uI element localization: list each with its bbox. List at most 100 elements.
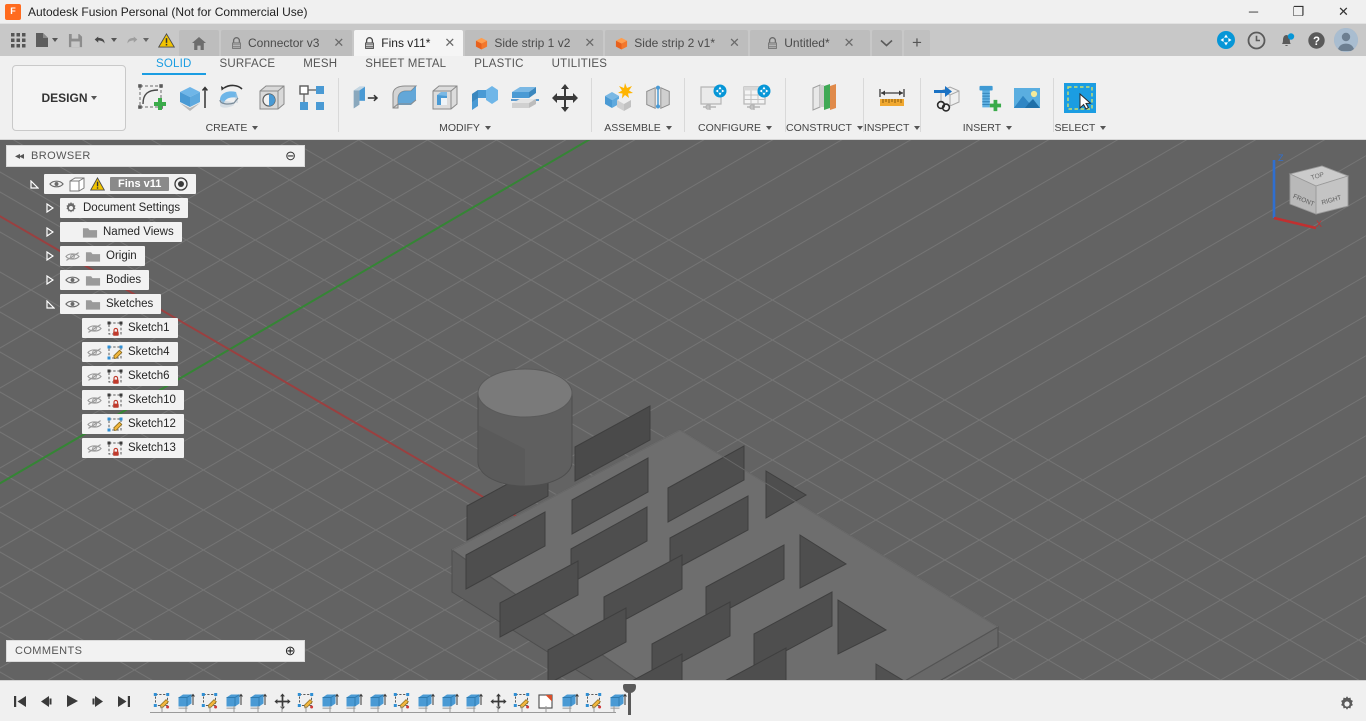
close-icon[interactable]: ✕ <box>584 35 595 51</box>
new-component-icon[interactable] <box>598 78 638 118</box>
timeline-step-forward-icon[interactable] <box>86 688 110 714</box>
ribbon-tab-surface[interactable]: SURFACE <box>206 56 290 73</box>
ribbon-group-label-create[interactable]: CREATE <box>126 120 338 134</box>
shell-icon[interactable] <box>425 78 465 118</box>
new-document-caret[interactable] <box>52 38 58 42</box>
document-tab-side-strip-2-v1[interactable]: Side strip 2 v1* ✕ <box>605 30 748 56</box>
joint-icon[interactable] <box>638 78 678 118</box>
job-status-clock-icon[interactable] <box>1242 26 1270 54</box>
group-caret[interactable] <box>856 125 863 130</box>
browser-item-bodies[interactable]: Bodies <box>40 269 305 291</box>
ribbon-group-label-inspect[interactable]: INSPECT <box>864 120 921 134</box>
browser-root-pill[interactable]: Fins v11 <box>44 174 197 194</box>
timeline-playhead-marker[interactable] <box>623 683 636 715</box>
close-icon[interactable]: ✕ <box>444 35 455 51</box>
configuration-table-icon[interactable] <box>735 78 779 118</box>
ribbon-group-label-configure[interactable]: CONFIGURE <box>685 120 785 134</box>
group-caret[interactable] <box>252 125 259 130</box>
browser-sketch-pill[interactable]: Sketch1 <box>82 318 178 338</box>
ribbon-tab-mesh[interactable]: MESH <box>289 56 351 73</box>
browser-sketch-pill[interactable]: Sketch4 <box>82 342 178 362</box>
browser-sketch-sketch13[interactable]: Sketch13 <box>82 437 305 459</box>
expand-arrow-collapsed-icon[interactable] <box>40 203 60 213</box>
expand-arrow-collapsed-icon[interactable] <box>40 275 60 285</box>
tab-overflow-chevron-down-icon[interactable] <box>871 30 902 56</box>
browser-sketch-sketch4[interactable]: Sketch4 <box>82 341 305 363</box>
browser-sketch-pill[interactable]: Sketch10 <box>82 390 184 410</box>
ribbon-tab-solid[interactable]: SOLID <box>142 56 206 75</box>
browser-item-pill[interactable]: Origin <box>60 246 145 266</box>
document-tab-untitled[interactable]: Untitled* ✕ <box>749 30 870 56</box>
redo-caret[interactable] <box>143 38 149 42</box>
visibility-eye-hidden-icon[interactable] <box>86 393 102 407</box>
configure-design-icon[interactable] <box>691 78 735 118</box>
home-tab[interactable] <box>179 30 219 56</box>
visibility-eye-icon[interactable] <box>48 177 64 191</box>
browser-sketch-sketch6[interactable]: Sketch6 <box>82 365 305 387</box>
browser-collapse-icon[interactable]: ◂◂ <box>15 151 24 162</box>
workspace-selector-caret[interactable] <box>90 96 97 100</box>
notifications-bell-icon[interactable] <box>1272 26 1300 54</box>
extensions-icon[interactable] <box>1212 26 1240 54</box>
insert-mcmaster-icon[interactable] <box>967 78 1007 118</box>
workspace-selector[interactable]: DESIGN <box>12 65 126 131</box>
group-caret[interactable] <box>1100 125 1107 130</box>
close-icon[interactable]: ✕ <box>333 35 344 51</box>
browser-item-origin[interactable]: Origin <box>40 245 305 267</box>
browser-sketch-sketch10[interactable]: Sketch10 <box>82 389 305 411</box>
revolve-icon[interactable] <box>212 78 252 118</box>
group-caret[interactable] <box>484 125 491 130</box>
split-body-icon[interactable] <box>505 78 545 118</box>
undo-icon[interactable] <box>89 27 120 53</box>
browser-panel-toggle-icon[interactable]: ⊖ <box>285 148 296 164</box>
ribbon-tab-utilities[interactable]: UTILITIES <box>538 56 621 73</box>
browser-sketch-pill[interactable]: Sketch13 <box>82 438 184 458</box>
browser-sketch-pill[interactable]: Sketch6 <box>82 366 178 386</box>
warning-icon[interactable] <box>153 27 179 53</box>
visibility-eye-hidden-icon[interactable] <box>64 249 80 263</box>
maximize-button[interactable]: ❐ <box>1276 0 1321 24</box>
visibility-eye-hidden-icon[interactable] <box>86 345 102 359</box>
ribbon-group-label-modify[interactable]: MODIFY <box>339 120 591 134</box>
save-icon[interactable] <box>62 27 88 53</box>
minimize-button[interactable]: ─ <box>1231 0 1276 24</box>
group-caret[interactable] <box>1006 125 1013 130</box>
browser-item-pill[interactable]: Sketches <box>60 294 162 314</box>
expand-arrow-collapsed-icon[interactable] <box>40 227 60 237</box>
new-tab-button[interactable]: + <box>903 30 930 56</box>
ribbon-group-label-construct[interactable]: CONSTRUCT <box>786 120 863 134</box>
undo-caret[interactable] <box>111 38 117 42</box>
browser-item-sketches[interactable]: Sketches <box>40 293 305 315</box>
ribbon-tab-sheet-metal[interactable]: SHEET METAL <box>351 56 460 73</box>
document-tab-side-strip-1-v2[interactable]: Side strip 1 v2 ✕ <box>465 30 604 56</box>
view-cube[interactable]: Z X TOP FRONT RIGHT <box>1260 148 1356 234</box>
browser-sketch-pill[interactable]: Sketch12 <box>82 414 184 434</box>
fillet-icon[interactable] <box>385 78 425 118</box>
help-icon[interactable]: ? <box>1302 26 1330 54</box>
rectangular-pattern-icon[interactable] <box>292 78 332 118</box>
select-icon[interactable] <box>1060 78 1100 118</box>
add-comment-icon[interactable]: ⊕ <box>285 643 296 659</box>
visibility-eye-hidden-icon[interactable] <box>86 417 102 431</box>
viewport-canvas[interactable]: ◂◂ BROWSER ⊖ Fins v11 Document Settings … <box>0 140 1366 721</box>
redo-icon[interactable] <box>121 27 152 53</box>
comments-panel[interactable]: COMMENTS ⊕ <box>6 640 305 662</box>
move-copy-icon[interactable] <box>545 78 585 118</box>
browser-item-pill[interactable]: Document Settings <box>60 198 189 218</box>
group-caret[interactable] <box>665 125 672 130</box>
browser-item-pill[interactable]: Bodies <box>60 270 150 290</box>
app-grid-icon[interactable] <box>5 27 31 53</box>
hole-icon[interactable] <box>252 78 292 118</box>
document-tab-connector-v3[interactable]: Connector v3 ✕ <box>221 30 353 56</box>
measure-icon[interactable] <box>872 78 912 118</box>
visibility-eye-hidden-icon[interactable] <box>86 369 102 383</box>
browser-sketch-sketch12[interactable]: Sketch12 <box>82 413 305 435</box>
timeline-go-end-icon[interactable] <box>112 688 136 714</box>
ribbon-group-label-select[interactable]: SELECT <box>1054 120 1107 134</box>
visibility-eye-icon[interactable] <box>64 297 80 311</box>
expand-arrow-expanded-icon[interactable] <box>24 179 44 189</box>
timeline-feature-track[interactable] <box>150 681 636 721</box>
user-avatar[interactable] <box>1332 26 1360 54</box>
combine-icon[interactable] <box>465 78 505 118</box>
visibility-eye-hidden-icon[interactable] <box>86 321 102 335</box>
